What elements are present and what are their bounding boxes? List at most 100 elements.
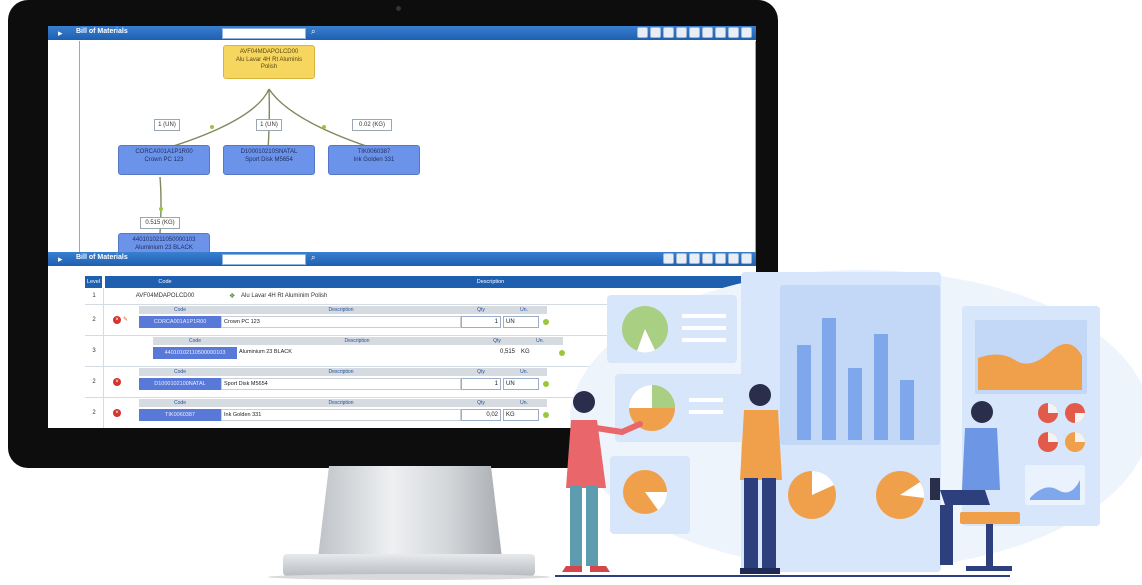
copy-icon[interactable]	[702, 27, 713, 38]
root-desc-line2: Polish	[260, 64, 278, 70]
screen: ▸ Bill of Materials ⌕ AVF04MDAPOLCD00 Al…	[48, 26, 756, 428]
list-icon[interactable]	[689, 27, 700, 38]
tree-panel-title: Bill of Materials	[76, 28, 128, 35]
sub-header-qty: Qty	[461, 368, 501, 376]
sub-header-unit: Un.	[517, 337, 563, 345]
delete-icon[interactable]: ×	[113, 409, 121, 417]
tag-icon[interactable]	[689, 253, 700, 264]
grid-icon[interactable]	[650, 27, 661, 38]
sub-header-description: Description	[237, 337, 477, 345]
table-row[interactable]: 3 Code Description Qty Un. 4401010211050…	[85, 336, 756, 367]
bar	[874, 334, 888, 440]
bar	[822, 318, 836, 440]
link-icon[interactable]	[676, 27, 687, 38]
child-desc: Sport Disk M5654	[245, 156, 293, 163]
table-toolbar	[663, 253, 752, 265]
search-icon[interactable]: ⌕	[311, 27, 315, 37]
copy-icon[interactable]	[702, 253, 713, 264]
row-desc: Crown PC 123	[221, 316, 461, 328]
child-code: CORCA001A1P1R00	[135, 149, 193, 155]
table-row[interactable]: 2 × Code Description Qty Un. D1000102100…	[85, 367, 756, 398]
unit-select[interactable]: UN	[503, 378, 539, 390]
delete-icon[interactable]: ×	[113, 378, 121, 386]
row-code: TIK0060387	[139, 409, 221, 421]
qty-input[interactable]: 1	[461, 378, 501, 390]
tree-child-node[interactable]: CORCA001A1P1R00 Crown PC 123	[118, 145, 210, 175]
root-code: AVF04MDAPOLCD00	[239, 49, 299, 55]
unit-select[interactable]: KG	[503, 409, 539, 421]
print-icon[interactable]	[741, 253, 752, 264]
check-icon[interactable]	[728, 27, 739, 38]
table-search-input[interactable]	[222, 254, 306, 265]
row-level: 2	[85, 367, 104, 397]
collapse-icon[interactable]	[715, 27, 726, 38]
bar	[848, 368, 862, 440]
qty-input[interactable]: 0,02	[461, 409, 501, 421]
area-chart	[978, 343, 1082, 390]
search-icon[interactable]: ⌕	[311, 253, 315, 263]
sub-header-unit: Un.	[501, 368, 547, 376]
orange-pie	[788, 471, 836, 519]
tree-root-node[interactable]: AVF04MDAPOLCD00 Alu Lavar 4H Rt Aluminis…	[223, 45, 315, 79]
status-ok-icon	[543, 319, 549, 325]
edit-icon[interactable]: ✎	[123, 317, 129, 323]
child-qty-label: 1 (UN)	[154, 119, 180, 131]
table-row[interactable]: 2 × Code Description Qty Un. TIK0060387 …	[85, 398, 756, 428]
collapse-icon[interactable]	[715, 253, 726, 264]
save-icon[interactable]	[637, 27, 648, 38]
grandchild-desc: Aluminium 23 BLACK	[135, 244, 193, 251]
panel-menu-icon[interactable]: ▸	[58, 28, 68, 38]
status-ok-icon	[543, 381, 549, 387]
row-level: 2	[85, 305, 104, 335]
delete-icon[interactable]: ×	[113, 316, 121, 324]
sub-header-code: Code	[139, 399, 221, 407]
orange-pie-2	[876, 471, 924, 519]
check-icon[interactable]	[728, 253, 739, 264]
tree-icon: ❖	[229, 293, 236, 300]
tree-child-node[interactable]: TIK0060387 Ink Golden 331	[328, 145, 420, 175]
sub-header-unit: Un.	[501, 306, 547, 314]
col-header-code: Code	[105, 276, 225, 288]
tree-toolbar	[637, 27, 752, 39]
panel-menu-icon[interactable]: ▸	[58, 254, 68, 264]
table-panel-header: ▸ Bill of Materials ⌕	[48, 252, 756, 266]
child-desc: Ink Golden 331	[353, 156, 395, 163]
status-ok-icon	[543, 412, 549, 418]
child-qty-label: 0.02 (KG)	[352, 119, 392, 131]
row-code: 44010102110500000103	[153, 347, 237, 359]
print-icon[interactable]	[741, 27, 752, 38]
monitor-stand-neck	[318, 466, 502, 558]
sub-header-description: Description	[221, 306, 461, 314]
mini-area-card	[1025, 465, 1085, 505]
table-row[interactable]: 2 × ✎ Code Description Qty Un. CORCA001A…	[85, 305, 756, 336]
tree-child-node[interactable]: D100010210SNATAL Sport Disk M5654	[223, 145, 315, 175]
row-level: 2	[85, 398, 104, 428]
table-panel-title: Bill of Materials	[76, 254, 128, 261]
row-code: CORCA001A1P1R00	[139, 316, 221, 328]
unit-select[interactable]: UN	[503, 316, 539, 328]
monitor-shadow	[268, 574, 550, 580]
row-desc: Alu Lavar 4H Rt Aluminim Polish	[241, 293, 328, 299]
status-ok-icon	[559, 350, 565, 356]
sub-header-qty: Qty	[477, 337, 517, 345]
save-icon[interactable]	[663, 253, 674, 264]
sub-header-description: Description	[221, 399, 461, 407]
qty-input[interactable]: 1	[461, 316, 501, 328]
bom-table: Level Code Description 1 AVF04MDAPOLCD00…	[79, 276, 756, 428]
monitor-stand-base	[283, 554, 535, 576]
row-level: 1	[85, 288, 104, 304]
man-sitting	[930, 401, 1020, 571]
row-level: 3	[85, 336, 104, 366]
col-header-description: Description	[225, 276, 756, 288]
grid-icon[interactable]	[676, 253, 687, 264]
camera-dot	[396, 6, 401, 11]
table-row[interactable]: 1 AVF04MDAPOLCD00 ❖ Alu Lavar 4H Rt Alum…	[85, 288, 756, 305]
tree-panel-header: ▸ Bill of Materials ⌕	[48, 26, 756, 40]
tree-search-input[interactable]	[222, 28, 306, 39]
row-desc: Ink Golden 331	[221, 409, 461, 421]
row-qty: 0,515	[477, 347, 517, 359]
stool-seat	[960, 512, 1020, 524]
tag-icon[interactable]	[663, 27, 674, 38]
row-desc: Aluminium 23 BLACK	[237, 347, 477, 359]
row-unit: KG	[519, 347, 555, 359]
